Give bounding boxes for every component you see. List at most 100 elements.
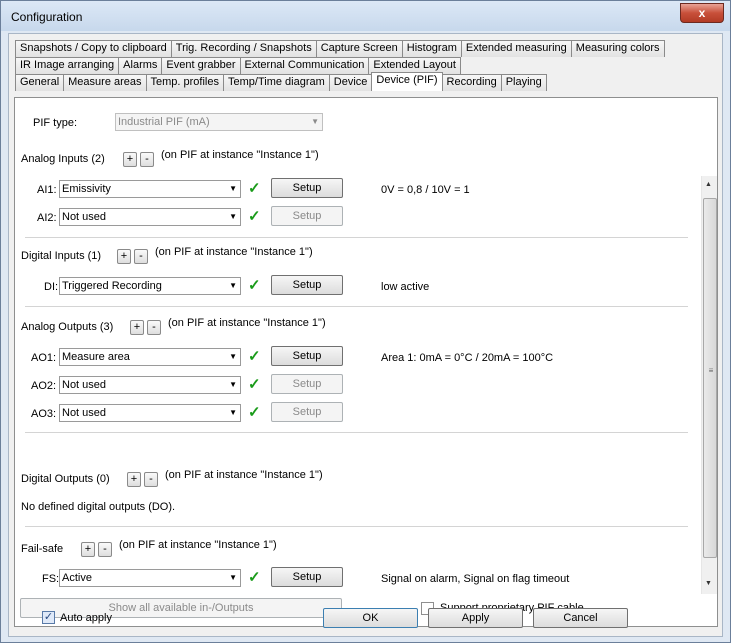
section-divider bbox=[25, 526, 688, 527]
add-analog-input-button[interactable]: + bbox=[123, 152, 137, 167]
ai1-combo[interactable]: Emissivity ▼ bbox=[59, 180, 241, 198]
chevron-down-icon: ▼ bbox=[229, 573, 237, 582]
fs-info: Signal on alarm, Signal on flag timeout bbox=[381, 573, 570, 585]
chevron-down-icon: ▼ bbox=[311, 117, 319, 126]
check-icon: ✓ bbox=[248, 180, 261, 197]
ai2-combo[interactable]: Not used ▼ bbox=[59, 208, 241, 226]
chevron-down-icon: ▼ bbox=[229, 184, 237, 193]
check-icon: ✓ bbox=[248, 348, 261, 365]
ao3-value: Not used bbox=[62, 407, 107, 419]
fs-value: Active bbox=[62, 572, 92, 584]
title-bar: Configuration x bbox=[1, 1, 730, 31]
apply-button[interactable]: Apply bbox=[428, 608, 523, 628]
tab-playing[interactable]: Playing bbox=[500, 74, 547, 91]
check-icon: ✓ bbox=[248, 376, 261, 393]
ao3-setup-button[interactable]: Setup bbox=[271, 402, 343, 422]
check-icon: ✓ bbox=[248, 569, 261, 586]
section-divider bbox=[25, 306, 688, 307]
ao2-setup-button[interactable]: Setup bbox=[271, 374, 343, 394]
tab-histogram[interactable]: Histogram bbox=[401, 40, 462, 57]
add-analog-output-button[interactable]: + bbox=[130, 320, 144, 335]
tab-capture-screen[interactable]: Capture Screen bbox=[315, 40, 403, 57]
tab-ir-image-arranging[interactable]: IR Image arranging bbox=[15, 57, 120, 74]
digital-outputs-empty: No defined digital outputs (DO). bbox=[21, 501, 176, 513]
cancel-button[interactable]: Cancel bbox=[533, 608, 628, 628]
ai1-setup-button[interactable]: Setup bbox=[271, 178, 343, 198]
check-icon: ✓ bbox=[248, 277, 261, 294]
tab-measure-areas[interactable]: Measure areas bbox=[63, 74, 147, 91]
digital-inputs-title: Digital Inputs (1) bbox=[21, 250, 102, 262]
chevron-down-icon: ▼ bbox=[229, 212, 237, 221]
ao1-info: Area 1: 0mA = 0°C / 20mA = 100°C bbox=[381, 352, 554, 364]
close-button[interactable]: x bbox=[680, 3, 724, 23]
tab-temp-profiles[interactable]: Temp. profiles bbox=[145, 74, 224, 91]
add-digital-output-button[interactable]: + bbox=[127, 472, 141, 487]
ai1-info: 0V = 0,8 / 10V = 1 bbox=[381, 184, 470, 196]
check-icon: ✓ bbox=[248, 404, 261, 421]
remove-digital-output-button[interactable]: - bbox=[144, 472, 158, 487]
grip-icon: ≡ bbox=[708, 366, 714, 375]
ao1-setup-button[interactable]: Setup bbox=[271, 346, 343, 366]
tab-temp-time-diagram[interactable]: Temp/Time diagram bbox=[223, 74, 330, 91]
di-label: DI: bbox=[44, 281, 59, 293]
fs-combo[interactable]: Active ▼ bbox=[59, 569, 241, 587]
ao3-label: AO3: bbox=[31, 408, 57, 420]
tab-general[interactable]: General bbox=[15, 74, 65, 91]
tab-external-communication[interactable]: External Communication bbox=[239, 57, 370, 74]
fail-safe-title: Fail-safe bbox=[21, 543, 64, 555]
digital-outputs-title: Digital Outputs (0) bbox=[21, 473, 110, 485]
section-divider bbox=[25, 237, 688, 238]
ok-button[interactable]: OK bbox=[323, 608, 418, 628]
remove-analog-output-button[interactable]: - bbox=[147, 320, 161, 335]
di-value: Triggered Recording bbox=[62, 280, 162, 292]
ao1-label: AO1: bbox=[31, 352, 57, 364]
tab-device-pif[interactable]: Device (PIF) bbox=[371, 72, 443, 91]
tab-trig-recording[interactable]: Trig. Recording / Snapshots bbox=[170, 40, 317, 57]
ai1-label: AI1: bbox=[37, 184, 57, 196]
auto-apply-label: Auto apply bbox=[60, 612, 112, 624]
di-info: low active bbox=[381, 281, 430, 293]
add-fail-safe-button[interactable]: + bbox=[81, 542, 95, 557]
remove-digital-input-button[interactable]: - bbox=[134, 249, 148, 264]
pif-type-value: Industrial PIF (mA) bbox=[118, 116, 210, 128]
vertical-scrollbar[interactable]: ▲ ≡ ▼ bbox=[701, 176, 717, 594]
di-combo[interactable]: Triggered Recording ▼ bbox=[59, 277, 241, 295]
tab-device[interactable]: Device bbox=[328, 74, 373, 91]
ai1-value: Emissivity bbox=[62, 183, 111, 195]
pif-type-label: PIF type: bbox=[33, 117, 78, 129]
scroll-up-icon[interactable]: ▲ bbox=[705, 181, 712, 188]
chevron-down-icon: ▼ bbox=[229, 408, 237, 417]
tab-row-3: General Measure areas Temp. profiles Tem… bbox=[15, 72, 547, 91]
ai2-setup-button[interactable]: Setup bbox=[271, 206, 343, 226]
analog-inputs-instance: (on PIF at instance "Instance 1") bbox=[161, 149, 319, 161]
remove-fail-safe-button[interactable]: - bbox=[98, 542, 112, 557]
ao1-combo[interactable]: Measure area ▼ bbox=[59, 348, 241, 366]
fs-label: FS: bbox=[42, 573, 60, 585]
analog-outputs-title: Analog Outputs (3) bbox=[21, 321, 114, 333]
remove-analog-input-button[interactable]: - bbox=[140, 152, 154, 167]
client-area: Snapshots / Copy to clipboard Trig. Reco… bbox=[8, 33, 723, 637]
check-icon: ✓ bbox=[248, 208, 261, 225]
tab-extended-measuring[interactable]: Extended measuring bbox=[460, 40, 572, 57]
ai2-label: AI2: bbox=[37, 212, 57, 224]
fs-setup-button[interactable]: Setup bbox=[271, 567, 343, 587]
ao2-combo[interactable]: Not used ▼ bbox=[59, 376, 241, 394]
di-setup-button[interactable]: Setup bbox=[271, 275, 343, 295]
tab-alarms[interactable]: Alarms bbox=[118, 57, 163, 74]
tab-measuring-colors[interactable]: Measuring colors bbox=[570, 40, 665, 57]
add-digital-input-button[interactable]: + bbox=[117, 249, 131, 264]
ai2-value: Not used bbox=[62, 211, 107, 223]
scroll-down-icon[interactable]: ▼ bbox=[705, 580, 712, 587]
tab-event-grabber[interactable]: Event grabber bbox=[161, 57, 241, 74]
section-divider bbox=[25, 432, 688, 433]
tab-recording[interactable]: Recording bbox=[441, 74, 502, 91]
analog-inputs-title: Analog Inputs (2) bbox=[21, 153, 105, 165]
auto-apply-checkbox[interactable]: ✓ bbox=[42, 611, 55, 624]
ao2-value: Not used bbox=[62, 379, 107, 391]
ao2-label: AO2: bbox=[31, 380, 57, 392]
scrollbar-thumb[interactable]: ≡ bbox=[703, 198, 717, 558]
tab-snapshots-copy[interactable]: Snapshots / Copy to clipboard bbox=[15, 40, 172, 57]
pif-type-combo[interactable]: Industrial PIF (mA) ▼ bbox=[115, 113, 323, 131]
ao3-combo[interactable]: Not used ▼ bbox=[59, 404, 241, 422]
device-pif-panel: PIF type: Industrial PIF (mA) ▼ Analog I… bbox=[14, 97, 718, 627]
